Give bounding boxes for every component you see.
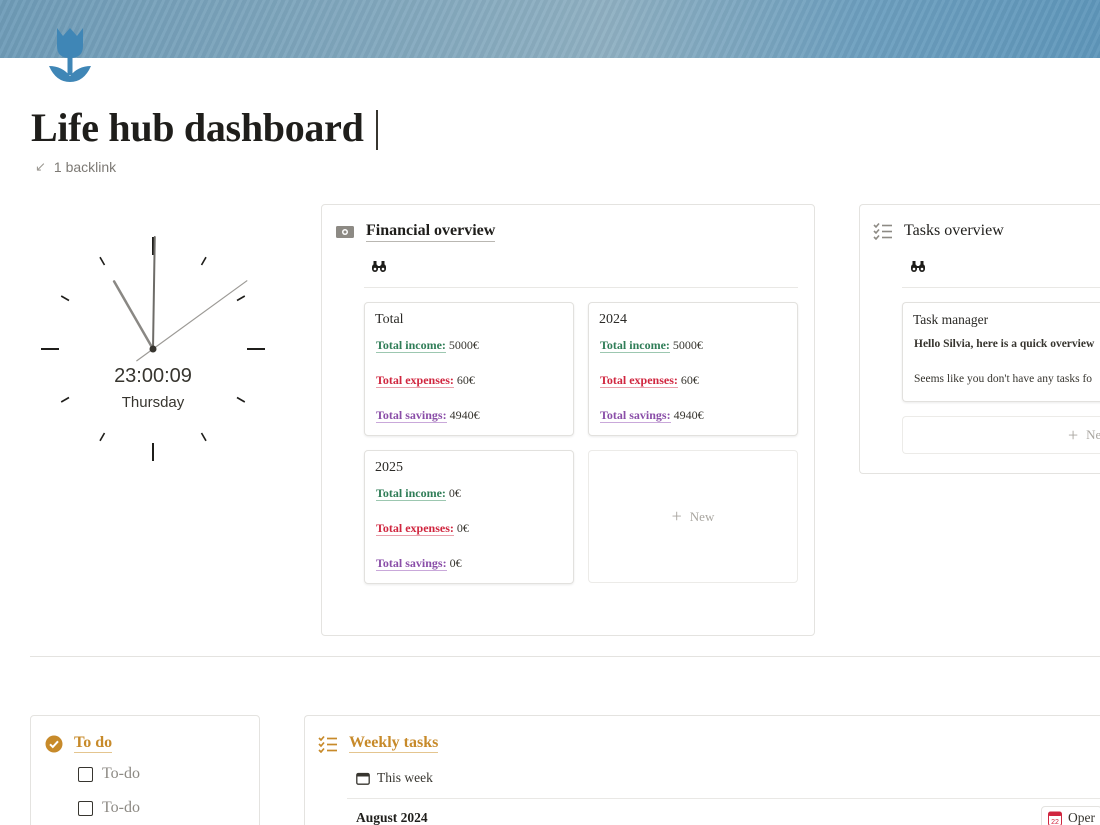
new-task-button[interactable]: + Ne — [902, 416, 1100, 454]
clock-tick — [236, 396, 246, 403]
checkbox[interactable] — [78, 800, 93, 816]
cover-image[interactable] — [0, 0, 1100, 58]
binoculars-icon[interactable] — [910, 260, 926, 278]
financial-overview-panel: Financial overview Total Total income: 5… — [321, 204, 815, 636]
finance-card-total[interactable]: Total Total income: 5000€ Total expenses… — [364, 302, 574, 436]
clock-tick — [99, 256, 106, 266]
backlink-label: 1 backlink — [53, 159, 117, 175]
income-value: 5000€ — [672, 338, 703, 352]
checkbox[interactable] — [78, 766, 93, 782]
calendar-day: 22 — [1051, 818, 1059, 825]
open-calendar-button[interactable]: 22 Oper — [1041, 806, 1100, 825]
view-divider — [347, 798, 1100, 799]
calendar-view-icon — [356, 772, 370, 785]
income-label: Total income: — [376, 486, 446, 501]
checklist-icon — [873, 222, 892, 240]
finance-card-title: Total — [375, 312, 404, 327]
expenses-value: 60€ — [456, 373, 475, 387]
plus-icon: + — [1068, 424, 1079, 445]
clock-tick — [236, 295, 246, 302]
todo-item[interactable]: To-do — [78, 799, 140, 817]
checklist-icon — [318, 735, 337, 753]
weekly-tasks-title[interactable]: Weekly tasks — [349, 734, 439, 753]
clock-tick — [60, 396, 70, 403]
todo-item-label[interactable]: To-do — [102, 765, 140, 783]
income-value: 0€ — [448, 486, 461, 500]
clock-time: 23:00:09 — [114, 365, 192, 387]
savings-label: Total savings: — [600, 408, 671, 423]
tulip-icon[interactable] — [46, 24, 94, 86]
finance-card-title: 2024 — [599, 312, 627, 327]
savings-value: 4940€ — [449, 408, 480, 422]
todo-item-label[interactable]: To-do — [102, 799, 140, 817]
tasks-overview-title[interactable]: Tasks overview — [904, 222, 1004, 240]
calendar-month: August 2024 — [356, 810, 428, 825]
check-circle-icon — [45, 735, 63, 752]
expenses-value: 60€ — [680, 373, 699, 387]
expenses-label: Total expenses: — [600, 373, 678, 388]
income-value: 5000€ — [448, 338, 479, 352]
open-calendar-label: Oper — [1068, 810, 1095, 825]
new-label: Ne — [1086, 427, 1100, 442]
view-divider — [902, 287, 1100, 288]
binoculars-icon[interactable] — [371, 260, 387, 278]
savings-value: 0€ — [449, 556, 462, 570]
financial-overview-title[interactable]: Financial overview — [366, 222, 496, 242]
todo-item[interactable]: To-do — [78, 765, 140, 783]
finance-card-2024[interactable]: 2024 Total income: 5000€ Total expenses:… — [588, 302, 798, 436]
clock-tick — [200, 256, 207, 266]
expenses-label: Total expenses: — [376, 521, 454, 536]
expenses-value: 0€ — [456, 521, 469, 535]
finance-card-2025[interactable]: 2025 Total income: 0€ Total expenses: 0€… — [364, 450, 574, 584]
tasks-overview-panel: Tasks overview Task manager Hello Silvia… — [859, 204, 1100, 474]
new-label: New — [689, 508, 715, 524]
task-manager-card[interactable]: Task manager Hello Silvia, here is a qui… — [902, 302, 1100, 402]
task-greeting: Hello Silvia, here is a quick overview — [914, 338, 1095, 350]
savings-value: 4940€ — [673, 408, 704, 422]
expenses-label: Total expenses: — [376, 373, 454, 388]
task-manager-title: Task manager — [913, 312, 989, 327]
task-note: Seems like you don't have any tasks fo — [914, 373, 1093, 385]
calendar-icon: 22 — [1048, 811, 1062, 825]
weekly-tasks-panel: Weekly tasks This week August 2024 22 Op… — [304, 715, 1100, 825]
backlink[interactable]: ↙ 1 backlink — [35, 159, 116, 175]
savings-label: Total savings: — [376, 408, 447, 423]
income-label: Total income: — [600, 338, 670, 353]
page-title[interactable]: Life hub dashboard — [31, 104, 364, 151]
plus-icon: + — [671, 506, 682, 526]
text-caret — [376, 110, 378, 150]
clock-tick — [99, 432, 106, 442]
view-tab-label: This week — [377, 770, 433, 785]
savings-label: Total savings: — [376, 556, 447, 571]
arrow-down-left-icon: ↙ — [35, 159, 46, 174]
todo-title[interactable]: To do — [74, 734, 113, 753]
section-divider — [30, 656, 1100, 657]
clock-tick — [200, 432, 207, 442]
income-label: Total income: — [376, 338, 446, 353]
view-tab-this-week[interactable]: This week — [356, 770, 433, 786]
clock-day: Thursday — [122, 394, 185, 411]
new-finance-card-button[interactable]: + New — [588, 450, 798, 583]
clock-widget: 23:00:09 Thursday — [41, 236, 265, 461]
clock-hour-hand — [112, 280, 155, 351]
cash-icon — [336, 226, 354, 238]
clock-tick — [60, 295, 70, 302]
view-divider — [364, 287, 798, 288]
todo-panel: To do — [30, 715, 260, 825]
finance-card-title: 2025 — [375, 460, 403, 475]
